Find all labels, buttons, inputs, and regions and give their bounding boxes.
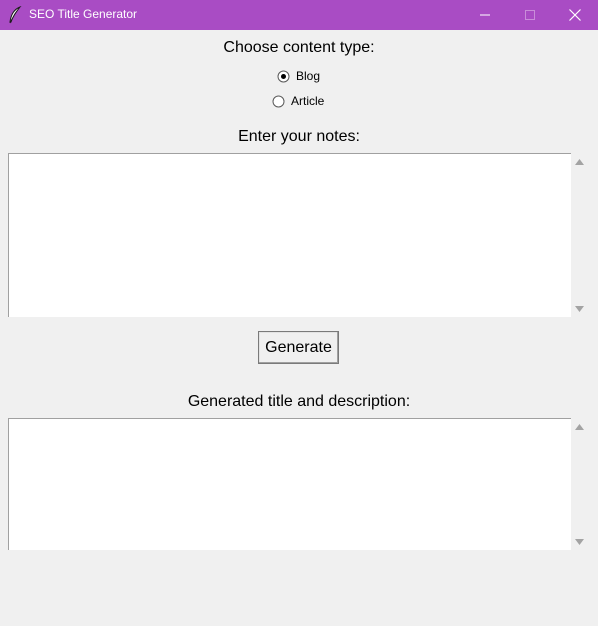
output-textarea[interactable] (8, 418, 571, 550)
scroll-down-icon[interactable] (575, 539, 584, 545)
output-scrollbar[interactable] (571, 418, 588, 550)
generate-button[interactable]: Generate (258, 331, 339, 364)
window-title: SEO Title Generator (29, 7, 138, 21)
notes-label: Enter your notes: (238, 128, 360, 145)
scroll-up-icon[interactable] (575, 159, 584, 165)
minimize-icon (480, 14, 490, 16)
radio-unselected-icon (272, 95, 285, 107)
radio-article[interactable]: Article (272, 92, 324, 110)
feather-icon (8, 5, 22, 24)
radio-blog-label: Blog (296, 69, 321, 83)
scroll-up-icon[interactable] (575, 424, 584, 430)
radio-article-label: Article (291, 94, 325, 108)
notes-scrollbar[interactable] (571, 153, 588, 317)
title-bar: SEO Title Generator (0, 0, 598, 30)
radio-selected-icon (277, 70, 290, 82)
close-button[interactable] (552, 0, 598, 30)
notes-textarea[interactable] (8, 153, 571, 317)
radio-blog[interactable]: Blog (277, 67, 320, 85)
maximize-icon (525, 10, 535, 20)
minimize-button[interactable] (462, 0, 508, 30)
content-type-label: Choose content type: (223, 39, 375, 56)
close-icon (569, 9, 581, 21)
maximize-button[interactable] (507, 0, 553, 30)
output-label: Generated title and description: (187, 393, 411, 410)
scroll-down-icon[interactable] (575, 306, 584, 312)
